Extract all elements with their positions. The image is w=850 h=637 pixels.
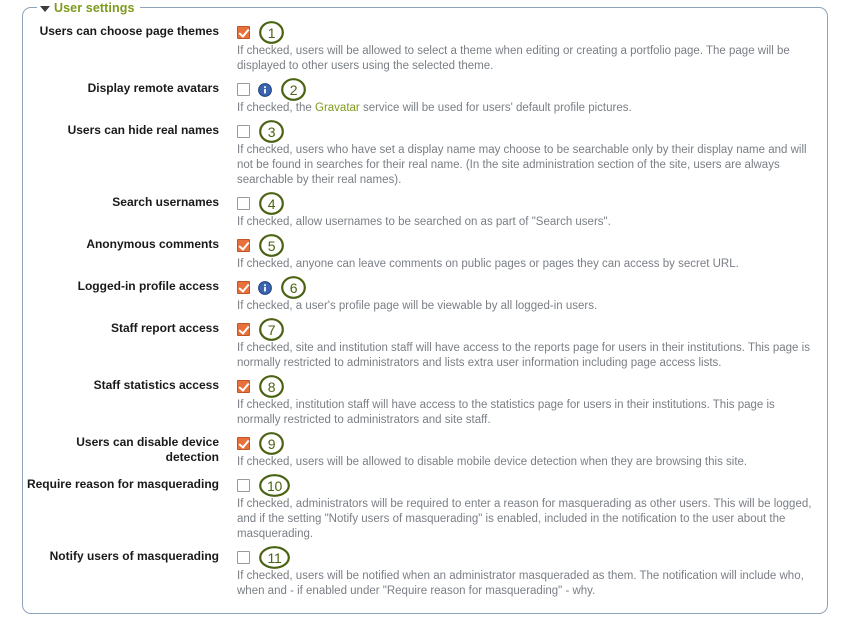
user-settings-fieldset: User settings Users can choose page them… [22,0,829,614]
annotation-number: 3 [267,123,276,140]
setting-control-line: 6 [237,276,819,299]
setting-checkbox[interactable] [237,239,250,252]
fieldset-legend-label: User settings [54,1,135,15]
setting-body: 11 If checked, users will be notified whe… [219,546,829,599]
setting-description: If checked, users who have set a display… [237,144,807,186]
description-text-after: service will be used for users' default … [359,102,632,114]
setting-row: Staff statistics access 8 If checked, inst… [23,375,829,428]
setting-label: Users can choose page themes [39,24,219,38]
annotation-number: 9 [267,435,276,452]
setting-row: Search usernames 4 If checked, allow usern… [23,192,829,230]
annotation-number: 11 [267,549,282,566]
setting-description: If checked, administrators will be requi… [237,498,812,540]
setting-label: Display remote avatars [87,81,219,95]
setting-row: Users can hide real names 3 If checked, us… [23,120,829,188]
setting-row: Logged-in profile access 6 If checked, a u… [23,276,829,314]
annotation-number: 7 [267,321,276,338]
setting-label: Anonymous comments [86,237,219,251]
setting-description: If checked, users will be notified when … [237,570,804,597]
setting-row: Users can choose page themes 1 If checked,… [23,21,829,74]
setting-control-line: 8 [237,375,819,398]
setting-checkbox[interactable] [237,323,250,336]
setting-checkbox[interactable] [237,197,250,210]
page-root: User settings Users can choose page them… [0,0,850,637]
setting-body: 2 If checked, the Gravatar service will b… [219,78,829,116]
setting-checkbox[interactable] [237,26,250,39]
setting-control-line: 7 [237,318,819,341]
annotation-marker: 6 [280,275,307,300]
setting-description: If checked, allow usernames to be search… [237,216,611,228]
description-text-before: If checked, the [237,102,315,114]
setting-checkbox[interactable] [237,479,250,492]
setting-body: 4 If checked, allow usernames to be searc… [219,192,829,230]
setting-body: 8 If checked, institution staff will have… [219,375,829,428]
annotation-marker: 9 [258,431,285,456]
setting-label: Require reason for masquerading [26,477,219,491]
setting-body: 1 If checked, users will be allowed to se… [219,21,829,74]
setting-description: If checked, users will be allowed to sel… [237,45,790,72]
setting-label: Users can hide real names [67,123,219,137]
setting-row: Require reason for masquerading 10 If chec… [23,474,829,542]
setting-label: Logged-in profile access [77,279,219,293]
gravatar-link[interactable]: Gravatar [315,102,360,114]
settings-form: Users can choose page themes 1 If checked,… [23,21,829,606]
setting-checkbox[interactable] [237,380,250,393]
annotation-marker: 3 [258,119,285,144]
setting-label: Staff statistics access [93,378,219,392]
setting-label: Search usernames [112,195,219,209]
setting-checkbox[interactable] [237,437,250,450]
setting-control-line: 9 [237,432,819,455]
triangle-down-icon[interactable] [40,5,50,12]
setting-checkbox[interactable] [237,83,250,96]
setting-row: Users can disable device detection 9 If ch… [23,432,829,470]
setting-checkbox[interactable] [237,281,250,294]
setting-body: 9 If checked, users will be allowed to di… [219,432,829,470]
annotation-number: 6 [289,279,298,296]
setting-body: 5 If checked, anyone can leave comments o… [219,234,829,272]
setting-body: 10 If checked, administrators will be req… [219,474,829,542]
annotation-number: 1 [267,24,276,41]
annotation-marker: 2 [280,77,307,102]
setting-label: Users can disable device detection [76,435,219,464]
annotation-number: 8 [267,378,276,395]
annotation-marker: 7 [258,317,285,342]
annotation-marker: 5 [258,233,285,258]
setting-control-line: 1 [237,21,819,44]
annotation-number: 10 [267,477,282,494]
setting-description: If checked, anyone can leave comments on… [237,258,739,270]
setting-body: 7 If checked, site and institution staff … [219,318,829,371]
setting-row: Display remote avatars 2 If checked, the G… [23,78,829,116]
annotation-marker: 10 [258,473,291,498]
setting-description: If checked, institution staff will have … [237,399,775,426]
setting-body: 6 If checked, a user's profile page will … [219,276,829,314]
setting-label: Staff report access [110,321,219,335]
setting-row: Staff report access 7 If checked, site and… [23,318,829,371]
annotation-marker: 1 [258,20,285,45]
annotation-number: 2 [289,81,298,98]
setting-checkbox[interactable] [237,125,250,138]
setting-control-line: 11 [237,546,819,569]
setting-control-line: 5 [237,234,819,257]
setting-description: If checked, the Gravatar service will be… [237,101,819,116]
setting-row: Notify users of masquerading 11 If checked… [23,546,829,599]
annotation-number: 4 [267,195,276,212]
annotation-marker: 11 [258,545,291,570]
setting-control-line: 3 [237,120,819,143]
annotation-number: 5 [267,237,276,254]
setting-control-line: 10 [237,474,819,497]
setting-checkbox[interactable] [237,551,250,564]
annotation-marker: 8 [258,374,285,399]
setting-row: Anonymous comments 5 If checked, anyone ca… [23,234,829,272]
setting-description: If checked, users will be allowed to dis… [237,456,748,468]
info-icon[interactable] [255,280,272,295]
setting-control-line: 4 [237,192,819,215]
setting-label: Notify users of masquerading [49,549,219,563]
setting-body: 3 If checked, users who have set a displa… [219,120,829,188]
setting-description: If checked, a user's profile page will b… [237,300,598,312]
annotation-marker: 4 [258,191,285,216]
info-icon[interactable] [255,82,272,97]
fieldset-legend[interactable]: User settings [37,0,140,17]
setting-control-line: 2 [237,78,819,101]
setting-description: If checked, site and institution staff w… [237,342,810,369]
